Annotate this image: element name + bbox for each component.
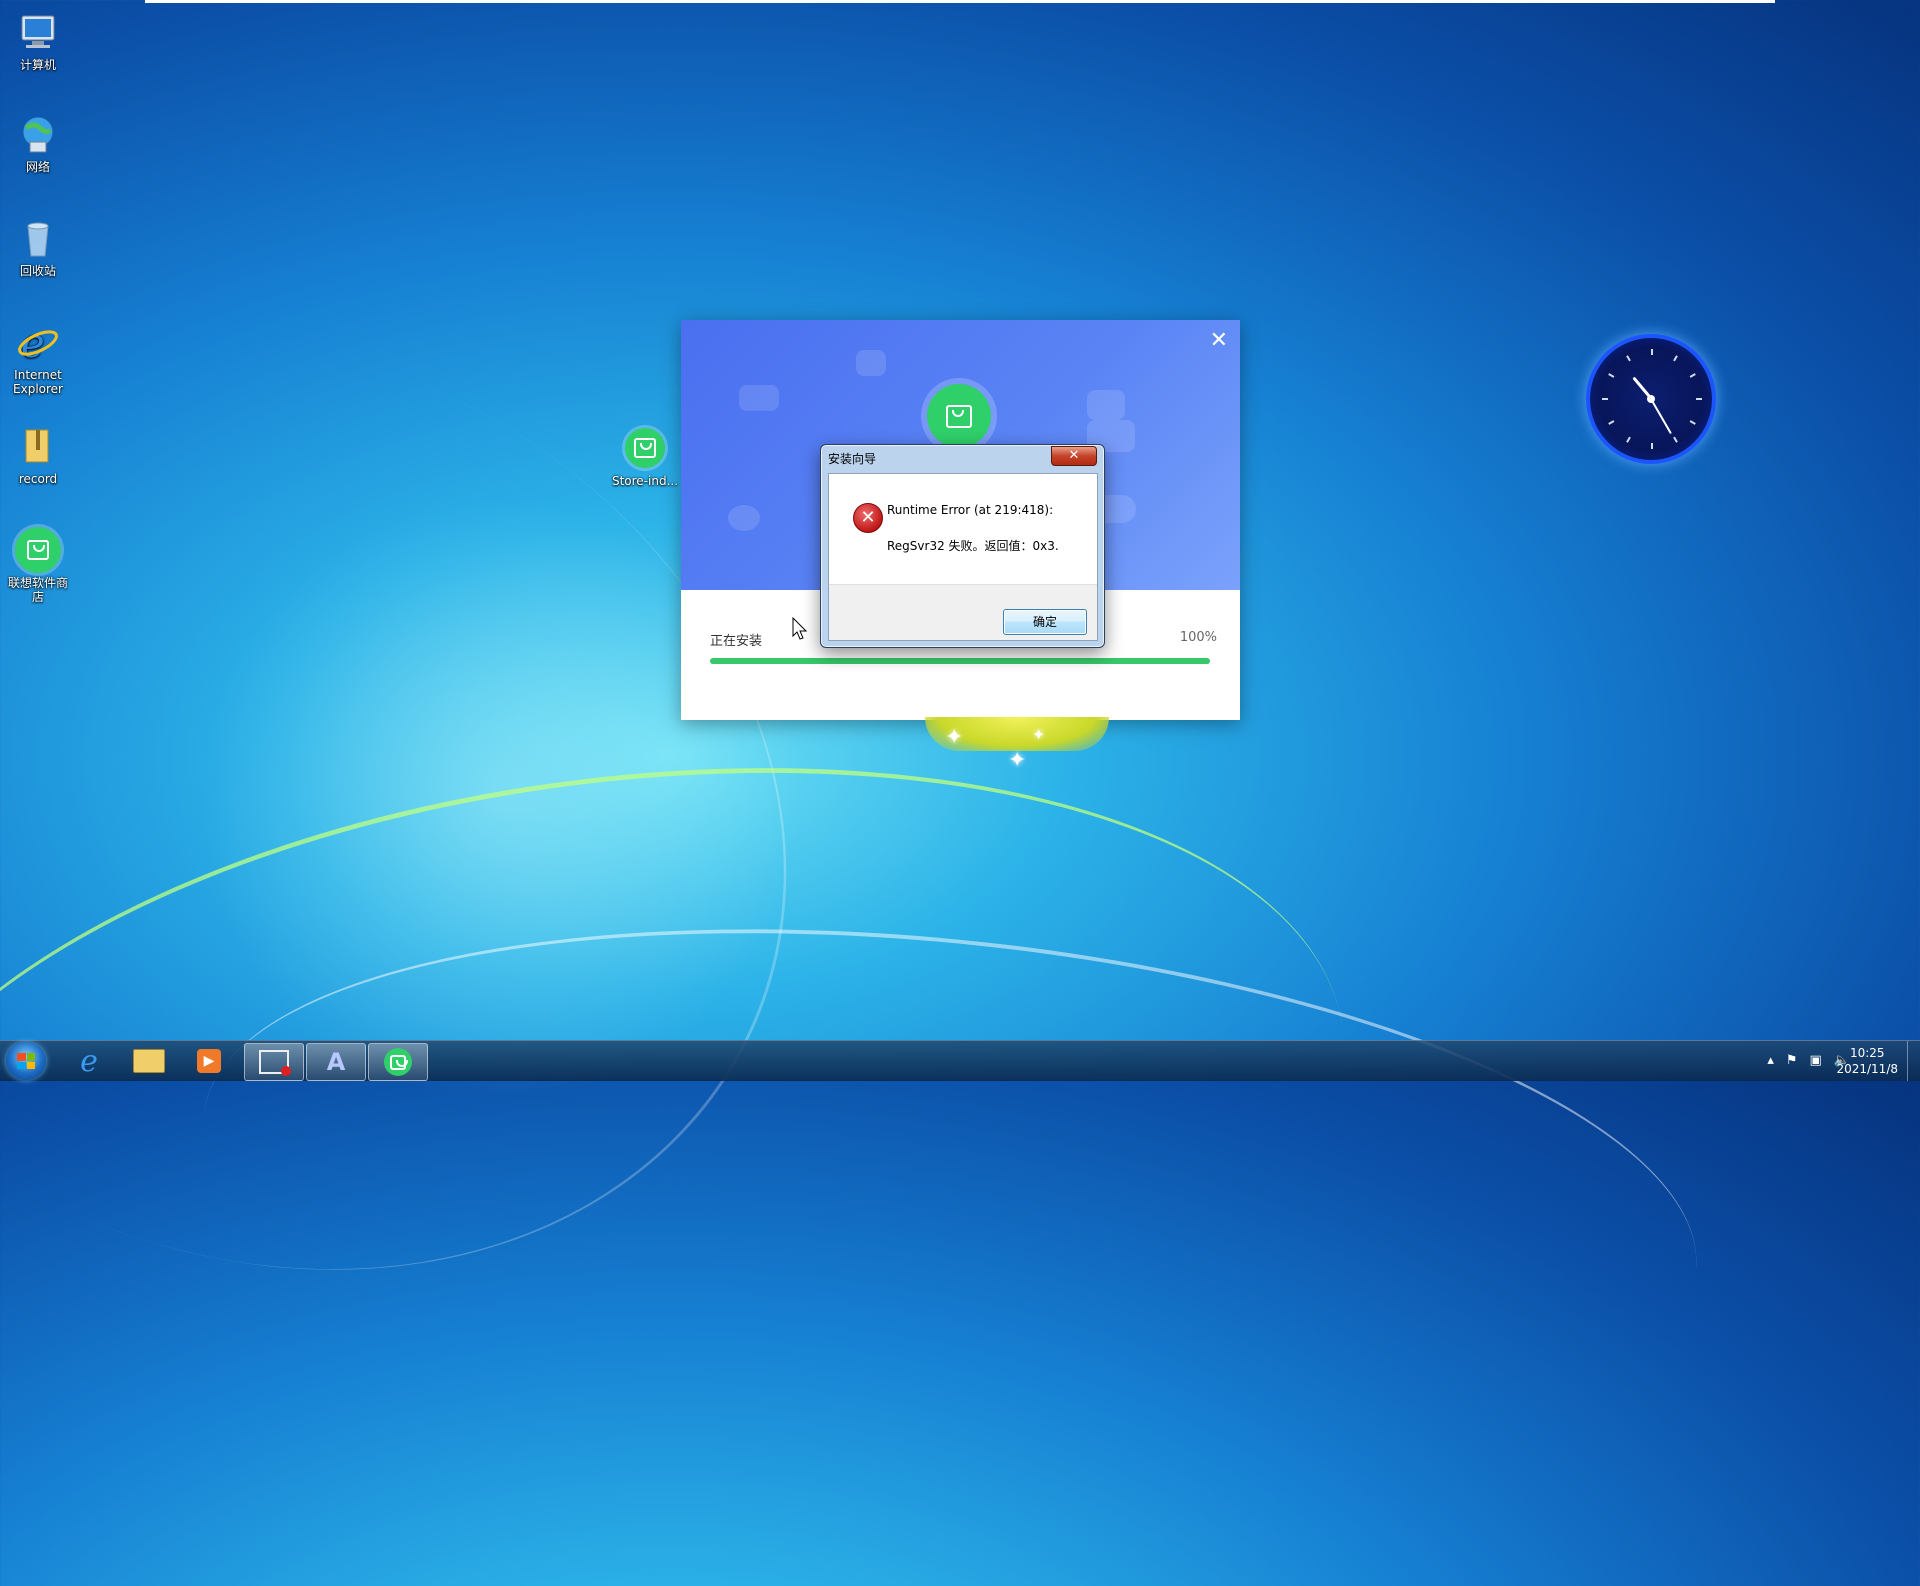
video-ghost-icon bbox=[739, 385, 779, 411]
error-message-line1: Runtime Error (at 219:418): bbox=[887, 503, 1054, 517]
desktop-icon-internet-explorer[interactable]: e Internet Explorer bbox=[4, 318, 72, 396]
desktop-icon-record[interactable]: record bbox=[4, 422, 72, 486]
dialog-footer: 确定 bbox=[829, 584, 1097, 640]
taskbar-time: 10:25 bbox=[1849, 1046, 1885, 1060]
recycle-bin-icon bbox=[14, 214, 62, 262]
clock-tick bbox=[1608, 420, 1615, 425]
camera-ghost-icon bbox=[1087, 390, 1125, 420]
install-status-label: 正在安装 bbox=[710, 634, 763, 649]
text-tool-icon: A bbox=[326, 1048, 346, 1076]
screen-recorder-icon bbox=[259, 1050, 291, 1076]
taskbar-ie-button[interactable]: e bbox=[60, 1043, 118, 1079]
clock-center bbox=[1647, 395, 1655, 403]
sparkle-decoration: ✦ bbox=[1008, 748, 1027, 773]
taskbar-media-player-button[interactable]: ▶ bbox=[180, 1043, 238, 1079]
clock-tick bbox=[1651, 349, 1653, 355]
top-edge-bar bbox=[145, 0, 1775, 3]
folder-zip-icon bbox=[14, 422, 62, 470]
mouse-cursor-icon bbox=[792, 616, 808, 645]
error-message-line2: RegSvr32 失败。返回值：0x3. bbox=[887, 539, 1059, 553]
taskbar-clock[interactable]: 10:25 2021/11/8 bbox=[1836, 1045, 1898, 1077]
desktop-icon-computer[interactable]: 计算机 bbox=[4, 8, 72, 72]
folder-icon bbox=[133, 1049, 165, 1073]
install-progress-fill bbox=[710, 658, 1210, 664]
network-globe-icon bbox=[14, 110, 62, 158]
error-dialog: 安装向导 ✕ ✕ Runtime Error (at 219:418): Reg… bbox=[820, 444, 1105, 648]
clock-tick bbox=[1673, 436, 1678, 443]
clock-tick bbox=[1673, 355, 1678, 362]
taskbar-store-installer-button[interactable] bbox=[368, 1043, 428, 1081]
computer-icon bbox=[14, 8, 62, 56]
installer-close-icon[interactable]: ✕ bbox=[1210, 330, 1228, 352]
desktop-icon-network[interactable]: 网络 bbox=[4, 110, 72, 174]
clock-tick bbox=[1608, 373, 1615, 378]
clock-tick bbox=[1696, 398, 1702, 400]
install-progress-percent: 100% bbox=[1179, 630, 1217, 645]
start-button[interactable] bbox=[6, 1042, 46, 1080]
install-progress-bar bbox=[710, 658, 1210, 664]
clock-tick bbox=[1689, 373, 1696, 378]
dialog-body: ✕ Runtime Error (at 219:418): RegSvr32 失… bbox=[828, 473, 1098, 641]
store-bag-icon bbox=[621, 424, 669, 472]
dialog-title: 安装向导 bbox=[828, 452, 877, 466]
ok-button[interactable]: 确定 bbox=[1003, 609, 1087, 635]
taskbar-recorder-button[interactable] bbox=[244, 1043, 304, 1081]
clock-tick bbox=[1651, 443, 1653, 449]
media-player-icon: ▶ bbox=[197, 1049, 221, 1073]
internet-explorer-icon: e bbox=[14, 318, 62, 366]
action-center-flag-icon[interactable]: ⚑ bbox=[1786, 1053, 1798, 1068]
store-bag-icon bbox=[384, 1048, 412, 1076]
clock-minute-hand bbox=[1650, 398, 1672, 435]
clock-tick bbox=[1626, 355, 1631, 362]
sparkle-decoration: ✦ bbox=[1032, 725, 1046, 744]
taskbar-date: 2021/11/8 bbox=[1836, 1062, 1898, 1076]
image-ghost-icon bbox=[856, 350, 886, 376]
internet-explorer-icon: e bbox=[80, 1043, 98, 1079]
dialog-close-button[interactable]: ✕ bbox=[1051, 446, 1097, 466]
network-status-icon[interactable]: ▣ bbox=[1810, 1053, 1822, 1068]
store-logo-icon bbox=[927, 384, 991, 448]
sparkle-decoration: ✦ bbox=[945, 725, 964, 750]
desktop-icon-lenovo-store[interactable]: 联想软件商店 bbox=[4, 526, 72, 604]
clock-tick bbox=[1602, 398, 1608, 400]
taskbar-explorer-button[interactable] bbox=[120, 1043, 178, 1079]
taskbar: e ▶ A ▴ ⚑ ▣ 🔈 10:25 2021/11/8 bbox=[0, 1040, 1920, 1081]
desktop-icon-recycle-bin[interactable]: 回收站 bbox=[4, 214, 72, 278]
clock-gadget bbox=[1590, 338, 1712, 460]
clock-tick bbox=[1626, 436, 1631, 443]
show-hidden-icons-icon[interactable]: ▴ bbox=[1767, 1053, 1774, 1068]
error-icon: ✕ bbox=[853, 503, 883, 533]
clock-tick bbox=[1689, 420, 1696, 425]
chat-ghost-icon bbox=[728, 505, 760, 531]
taskbar-app-button[interactable]: A bbox=[306, 1043, 366, 1081]
desktop-icon-store-installer[interactable]: Store-ind... bbox=[611, 424, 679, 488]
store-bag-icon bbox=[14, 526, 62, 574]
show-desktop-button[interactable] bbox=[1907, 1041, 1920, 1081]
windows-logo-icon bbox=[17, 1053, 35, 1069]
